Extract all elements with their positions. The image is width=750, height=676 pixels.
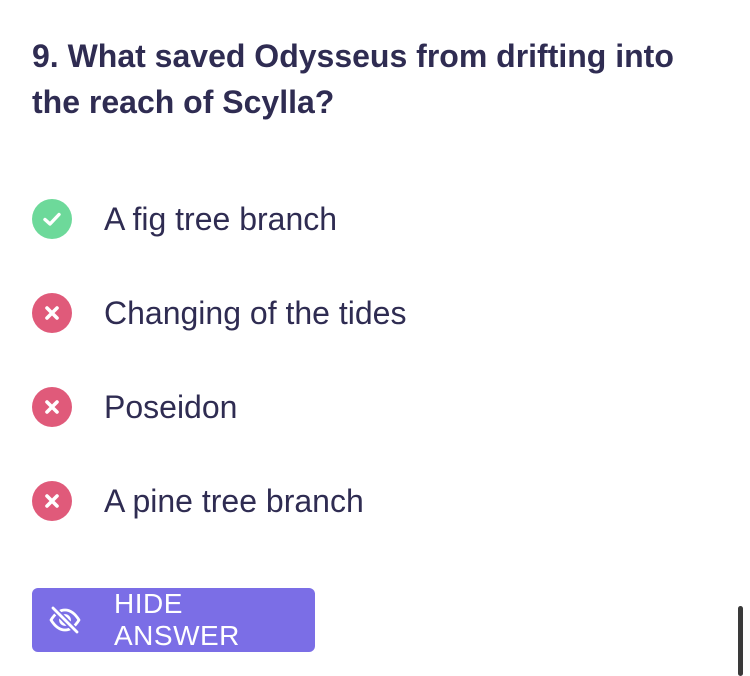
option-incorrect: Poseidon	[32, 384, 712, 430]
option-label: Changing of the tides	[104, 295, 407, 331]
eye-slash-icon	[48, 605, 82, 635]
option-label: A pine tree branch	[104, 483, 364, 519]
option-label: A fig tree branch	[104, 201, 338, 237]
hide-answer-label: HIDE ANSWER	[114, 588, 240, 651]
option-label: Poseidon	[104, 389, 238, 425]
option-incorrect: A pine tree branch	[32, 478, 712, 524]
vertical-scrollbar[interactable]	[738, 606, 743, 676]
x-circle-icon	[32, 293, 72, 333]
option-incorrect: Changing of the tides	[32, 290, 712, 336]
x-circle-icon	[32, 387, 72, 427]
x-circle-icon	[32, 481, 72, 521]
check-circle-icon	[32, 199, 72, 239]
question-text: 9. What saved Odysseus from drifting int…	[32, 38, 674, 120]
answer-options: A fig tree branch Changing of the tides …	[32, 196, 712, 572]
hide-answer-button[interactable]: HIDE ANSWER	[32, 588, 315, 652]
option-correct: A fig tree branch	[32, 196, 712, 242]
